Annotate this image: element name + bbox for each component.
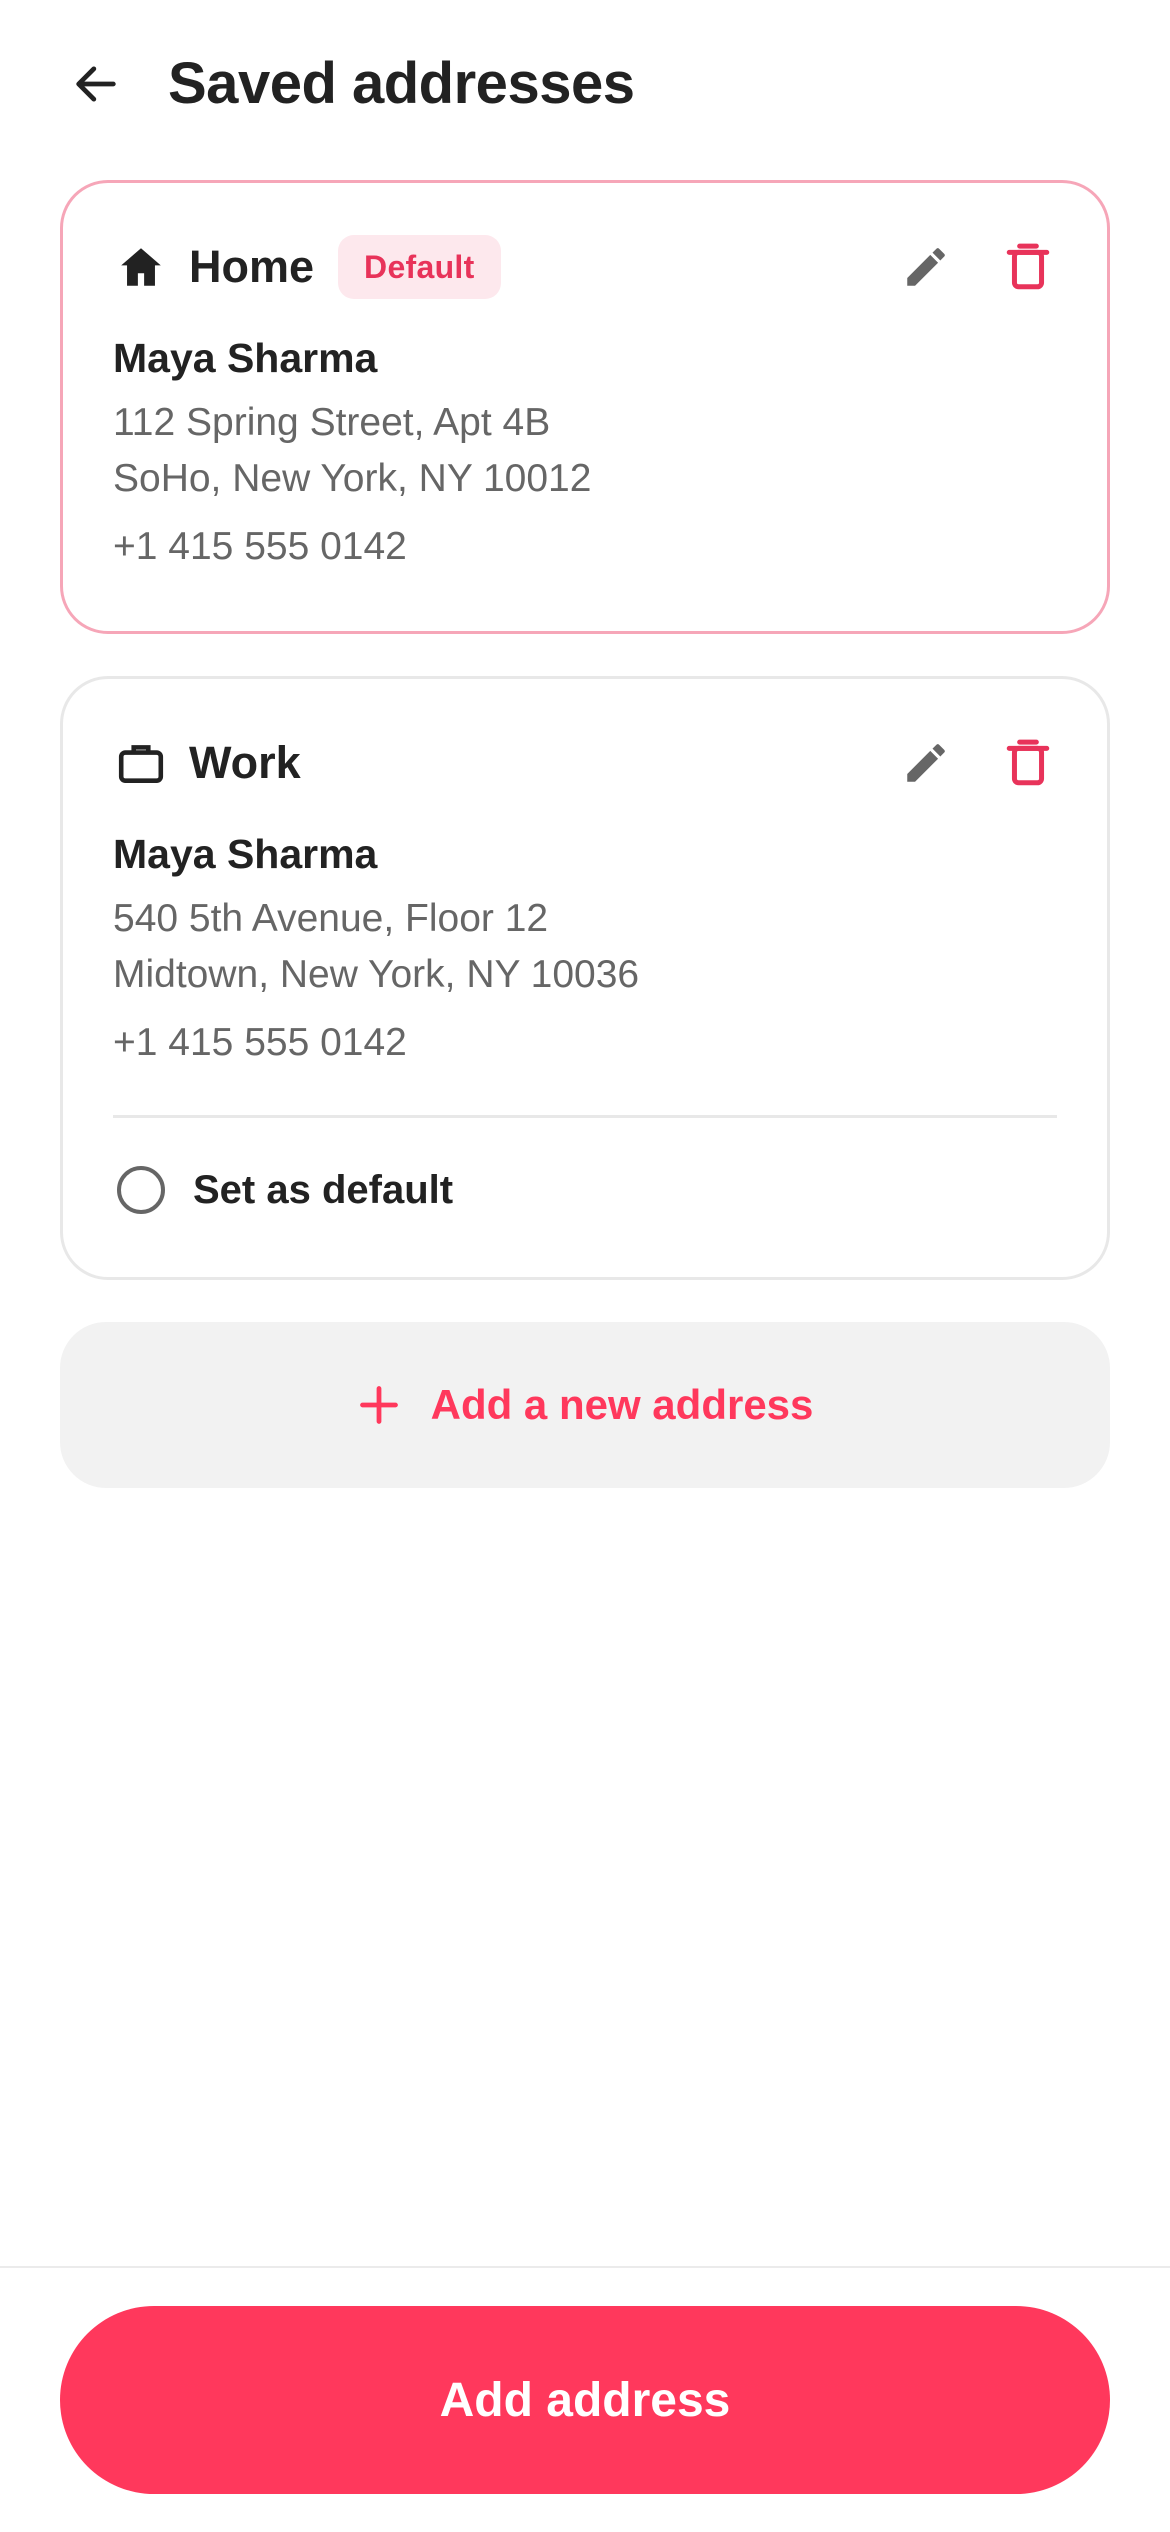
- delete-button[interactable]: [999, 734, 1057, 792]
- address-line-1: 112 Spring Street, Apt 4B: [113, 401, 551, 444]
- back-button[interactable]: [64, 52, 128, 116]
- page-title: Saved addresses: [168, 51, 635, 116]
- address-card-header: Work: [113, 727, 1057, 799]
- default-badge: Default: [338, 235, 501, 299]
- edit-button[interactable]: [897, 238, 955, 296]
- header: Saved addresses: [0, 0, 1170, 170]
- add-address-label: Add address: [439, 2373, 731, 2427]
- address-type-label: Home: [189, 241, 315, 292]
- arrow-left-icon: [76, 66, 116, 102]
- trash-icon: [1006, 243, 1050, 290]
- set-default-label: Set as default: [193, 1167, 454, 1212]
- saved-addresses-screen: Saved addresses Home Default Maya Sharma…: [0, 0, 1170, 2532]
- trash-icon: [1006, 739, 1050, 786]
- set-default-option[interactable]: Set as default: [113, 1155, 453, 1225]
- briefcase-icon: [113, 735, 169, 791]
- address-card-work[interactable]: Work Maya Sharma 540 5th Avenue, Floor 1…: [60, 676, 1110, 1280]
- add-address-button[interactable]: Add address: [60, 2306, 1110, 2494]
- pencil-icon: [907, 248, 945, 286]
- address-line-1: 540 5th Avenue, Floor 12: [113, 897, 549, 940]
- divider: [113, 1115, 1057, 1118]
- edit-button[interactable]: [897, 734, 955, 792]
- phone-number: +1 415 555 0142: [113, 1021, 407, 1064]
- address-card-header: Home Default: [113, 231, 1057, 303]
- add-new-address-label: Add a new address: [430, 1381, 814, 1428]
- pencil-icon: [907, 744, 945, 782]
- home-icon: [113, 239, 169, 295]
- delete-button[interactable]: [999, 238, 1057, 296]
- add-new-address-button[interactable]: Add a new address: [60, 1322, 1110, 1488]
- address-line-2: SoHo, New York, NY 10012: [113, 457, 592, 500]
- address-actions: [897, 734, 1057, 792]
- radio-button[interactable]: [117, 1166, 165, 1214]
- footer-divider: [0, 2266, 1170, 2268]
- address-line-2: Midtown, New York, NY 10036: [113, 953, 640, 996]
- address-type-label: Work: [189, 737, 301, 788]
- phone-number: +1 415 555 0142: [113, 525, 407, 568]
- address-card-home[interactable]: Home Default Maya Sharma 112 Spring Stre…: [60, 180, 1110, 634]
- address-actions: [897, 238, 1057, 296]
- contact-name: Maya Sharma: [113, 831, 378, 877]
- contact-name: Maya Sharma: [113, 335, 378, 381]
- plus-icon: [357, 1383, 401, 1427]
